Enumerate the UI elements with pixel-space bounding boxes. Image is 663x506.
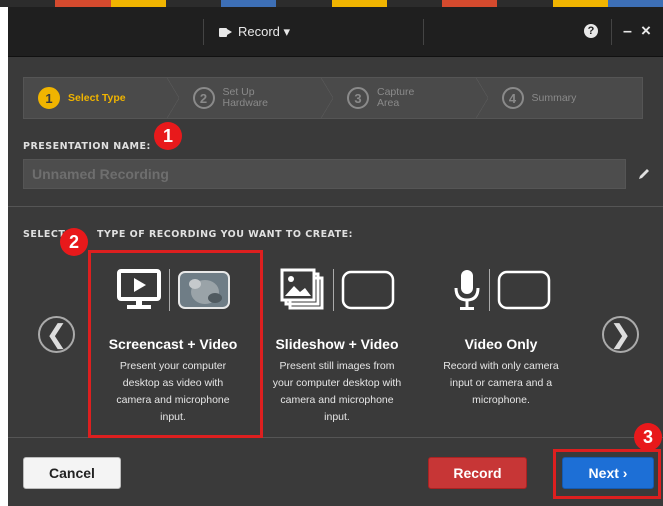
title-bar: Record ▾ ? – × bbox=[8, 7, 663, 57]
video-camera-icon bbox=[219, 27, 232, 37]
option-title: Video Only bbox=[464, 336, 538, 352]
wizard-steps: 1 Select Type 2 Set Up Hardware 3 Captur… bbox=[23, 77, 643, 119]
microphone-icon bbox=[454, 270, 479, 310]
step-number: 1 bbox=[38, 87, 60, 109]
close-icon[interactable]: × bbox=[641, 21, 651, 41]
step-summary[interactable]: 4 Summary bbox=[488, 78, 643, 118]
option-video-only[interactable]: Video Only Record with only camera input… bbox=[417, 259, 585, 409]
webcam-preview-icon bbox=[177, 271, 230, 309]
cancel-button[interactable]: Cancel bbox=[23, 457, 121, 489]
step-number: 3 bbox=[347, 87, 369, 109]
recording-type-label: TYPE OF RECORDING YOU WANT TO CREATE: bbox=[97, 229, 353, 240]
presentation-name-input[interactable] bbox=[23, 159, 626, 189]
annotation-badge: 2 bbox=[60, 228, 88, 256]
step-label: Set Up Hardware bbox=[222, 86, 269, 109]
record-menu-label: Record ▾ bbox=[238, 24, 291, 39]
recording-type-label-start: SELECT bbox=[23, 229, 66, 240]
step-set-up-hardware[interactable]: 2 Set Up Hardware bbox=[179, 78, 334, 118]
step-label: Summary bbox=[531, 91, 577, 104]
option-separator bbox=[168, 269, 170, 311]
annotation-badge: 1 bbox=[154, 122, 182, 150]
title-divider bbox=[423, 19, 424, 45]
help-icon[interactable]: ? bbox=[584, 24, 598, 38]
background-strip bbox=[0, 0, 663, 7]
step-number: 2 bbox=[192, 87, 215, 109]
step-label: Capture Area bbox=[377, 86, 415, 109]
option-separator bbox=[488, 269, 490, 311]
option-description: Present still images from your computer … bbox=[272, 360, 402, 423]
step-capture-area[interactable]: 3 Capture Area bbox=[333, 78, 488, 118]
next-arrow-button[interactable]: ❯ bbox=[602, 316, 639, 353]
monitor-icon bbox=[116, 269, 161, 309]
title-divider bbox=[203, 19, 204, 45]
step-label: Select Type bbox=[68, 91, 126, 104]
option-title: Slideshow + Video bbox=[275, 336, 399, 352]
previous-arrow-button[interactable]: ❮ bbox=[38, 316, 75, 353]
images-stack-icon bbox=[280, 268, 323, 310]
recording-wizard-window: Record ▾ ? – × 1 Select Type 2 Set Up Ha… bbox=[8, 7, 663, 506]
presentation-name-label: PRESENTATION NAME: bbox=[23, 141, 151, 152]
camera-frame-icon bbox=[341, 270, 394, 310]
pencil-icon[interactable] bbox=[637, 167, 651, 181]
option-separator bbox=[332, 269, 334, 311]
title-divider bbox=[611, 19, 612, 45]
footer-divider bbox=[8, 437, 663, 438]
minimize-icon[interactable]: – bbox=[623, 23, 632, 41]
option-description: Record with only camera input or camera … bbox=[443, 360, 559, 406]
option-screencast-video[interactable]: Screencast + Video Present your computer… bbox=[89, 259, 257, 426]
step-select-type[interactable]: 1 Select Type bbox=[24, 78, 179, 118]
annotation-badge: 3 bbox=[634, 423, 662, 451]
step-number: 4 bbox=[501, 87, 524, 109]
option-description: Present your computer desktop as video w… bbox=[116, 360, 230, 423]
record-menu[interactable]: Record ▾ bbox=[219, 22, 290, 42]
next-button[interactable]: Next › bbox=[562, 457, 654, 489]
option-slideshow-video[interactable]: Slideshow + Video Present still images f… bbox=[253, 259, 421, 426]
record-button[interactable]: Record bbox=[428, 457, 527, 489]
section-divider bbox=[8, 206, 663, 207]
option-title: Screencast + Video bbox=[108, 336, 238, 352]
camera-frame-icon bbox=[497, 270, 550, 310]
